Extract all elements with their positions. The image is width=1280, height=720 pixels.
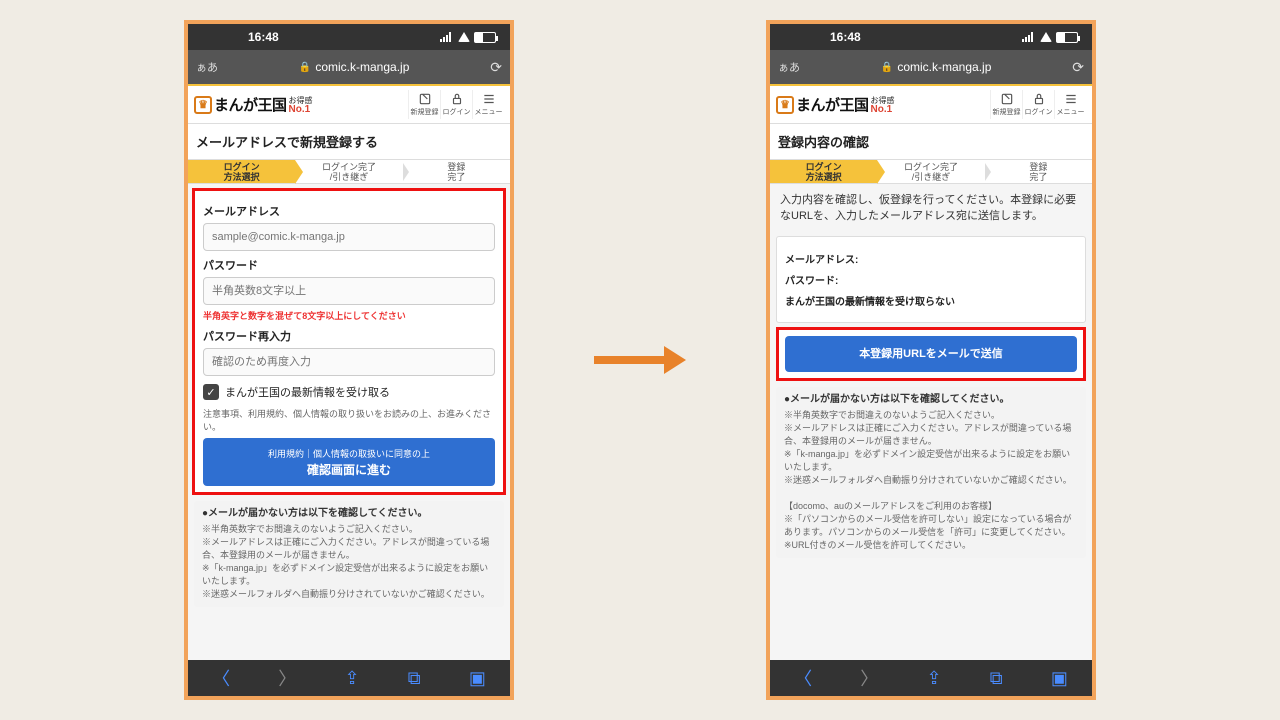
- text-size-button[interactable]: ぁあ: [778, 59, 800, 75]
- email-input[interactable]: [203, 223, 495, 251]
- menu-button[interactable]: メニュー: [1054, 90, 1086, 119]
- share-icon[interactable]: ⇪: [345, 668, 360, 689]
- row-email: メールアドレス:: [785, 251, 1077, 266]
- reload-icon[interactable]: ⟳: [1072, 59, 1084, 76]
- page-content: ♛ まんが王国 お得感No.1 新規登録 ログイン メニュー メールアドレスで新…: [188, 84, 510, 660]
- back-icon[interactable]: 〈: [212, 665, 230, 691]
- checkbox-icon: ✓: [203, 384, 219, 400]
- email-help-box: ●メールが届かない方は以下を確認してください。 ※半角英数字でお間違えのないよう…: [194, 501, 504, 607]
- password-input[interactable]: [203, 277, 495, 305]
- label-password-confirm: パスワード再入力: [203, 328, 495, 344]
- confirm-description: 入力内容を確認し、仮登録を行ってください。本登録に必要なURLを、入力したメール…: [770, 184, 1092, 232]
- crown-icon: ♛: [776, 96, 794, 114]
- signal-icon: [440, 32, 454, 42]
- register-button[interactable]: 新規登録: [990, 90, 1022, 119]
- step-3: 登録 完了: [403, 160, 510, 184]
- app-header: ♛ まんが王国 お得感No.1 新規登録 ログイン メニュー: [770, 84, 1092, 124]
- forward-icon[interactable]: 〉: [860, 665, 878, 691]
- status-bar: 16:48: [770, 24, 1092, 50]
- status-time: 16:48: [830, 30, 861, 44]
- reload-icon[interactable]: ⟳: [490, 59, 502, 76]
- proceed-confirm-button[interactable]: 利用規約｜個人情報の取扱いに同意の上 確認画面に進む: [203, 438, 495, 486]
- brand-logo[interactable]: ♛ まんが王国 お得感No.1: [194, 94, 408, 115]
- label-email: メールアドレス: [203, 203, 495, 219]
- bookmarks-icon[interactable]: ⧉: [990, 668, 1003, 689]
- phone-screen-register: 16:48 ぁあ 🔒comic.k-manga.jp ⟳ ♛ まんが王国 お得感…: [184, 20, 514, 700]
- browser-toolbar: 〈 〉 ⇪ ⧉ ▣: [770, 660, 1092, 696]
- status-icons: [440, 32, 496, 43]
- battery-icon: [1056, 32, 1078, 43]
- status-time: 16:48: [248, 30, 279, 44]
- register-button[interactable]: 新規登録: [408, 90, 440, 119]
- step-2: ログイン完了 /引き継ぎ: [295, 160, 402, 184]
- browser-toolbar: 〈 〉 ⇪ ⧉ ▣: [188, 660, 510, 696]
- page-url: 🔒comic.k-manga.jp: [808, 60, 1064, 74]
- tabs-icon[interactable]: ▣: [469, 668, 486, 689]
- bookmarks-icon[interactable]: ⧉: [408, 668, 421, 689]
- wifi-icon: [458, 32, 470, 42]
- send-url-box: 本登録用URLをメールで送信: [776, 327, 1086, 381]
- share-icon[interactable]: ⇪: [927, 668, 942, 689]
- page-title: メールアドレスで新規登録する: [188, 124, 510, 160]
- progress-steps: ログイン 方法選択 ログイン完了 /引き継ぎ 登録 完了: [188, 160, 510, 184]
- browser-address-bar[interactable]: ぁあ 🔒comic.k-manga.jp ⟳: [188, 50, 510, 84]
- label-password: パスワード: [203, 257, 495, 273]
- step-2: ログイン完了 /引き継ぎ: [877, 160, 984, 184]
- progress-steps: ログイン 方法選択 ログイン完了 /引き継ぎ 登録 完了: [770, 160, 1092, 184]
- app-header: ♛ まんが王国 お得感No.1 新規登録 ログイン メニュー: [188, 84, 510, 124]
- row-newsletter: まんが王国の最新情報を受け取らない: [785, 293, 1077, 308]
- browser-address-bar[interactable]: ぁあ 🔒comic.k-manga.jp ⟳: [770, 50, 1092, 84]
- password-hint: 半角英字と数字を混ぜて8文字以上にしてください: [203, 309, 495, 322]
- wifi-icon: [1040, 32, 1052, 42]
- forward-icon[interactable]: 〉: [278, 665, 296, 691]
- page-title: 登録内容の確認: [770, 124, 1092, 160]
- step-3: 登録 完了: [985, 160, 1092, 184]
- flow-arrow-icon: [594, 346, 686, 374]
- lock-icon: 🔒: [881, 62, 893, 73]
- menu-button[interactable]: メニュー: [472, 90, 504, 119]
- page-url: 🔒comic.k-manga.jp: [226, 60, 482, 74]
- text-size-button[interactable]: ぁあ: [196, 59, 218, 75]
- login-button[interactable]: ログイン: [440, 90, 472, 119]
- phone-screen-confirm: 16:48 ぁあ 🔒comic.k-manga.jp ⟳ ♛ まんが王国 お得感…: [766, 20, 1096, 700]
- password-confirm-input[interactable]: [203, 348, 495, 376]
- terms-note: 注意事項、利用規約、個人情報の取り扱いをお読みの上、お進みください。: [203, 408, 495, 434]
- newsletter-checkbox[interactable]: ✓ まんが王国の最新情報を受け取る: [203, 384, 495, 400]
- registration-form: メールアドレス パスワード 半角英字と数字を混ぜて8文字以上にしてください パス…: [192, 188, 506, 495]
- page-content: ♛ まんが王国 お得感No.1 新規登録 ログイン メニュー 登録内容の確認 ロ…: [770, 84, 1092, 660]
- battery-icon: [474, 32, 496, 43]
- confirm-summary: メールアドレス: パスワード: まんが王国の最新情報を受け取らない: [776, 236, 1086, 323]
- status-bar: 16:48: [188, 24, 510, 50]
- row-password: パスワード:: [785, 272, 1077, 287]
- email-help-box: ●メールが届かない方は以下を確認してください。 ※半角英数字でお間違えのないよう…: [776, 387, 1086, 558]
- step-1: ログイン 方法選択: [770, 160, 877, 184]
- step-1: ログイン 方法選択: [188, 160, 295, 184]
- lock-icon: 🔒: [299, 62, 311, 73]
- crown-icon: ♛: [194, 96, 212, 114]
- login-button[interactable]: ログイン: [1022, 90, 1054, 119]
- send-url-button[interactable]: 本登録用URLをメールで送信: [785, 336, 1077, 372]
- signal-icon: [1022, 32, 1036, 42]
- status-icons: [1022, 32, 1078, 43]
- back-icon[interactable]: 〈: [794, 665, 812, 691]
- brand-logo[interactable]: ♛ まんが王国 お得感No.1: [776, 94, 990, 115]
- tabs-icon[interactable]: ▣: [1051, 668, 1068, 689]
